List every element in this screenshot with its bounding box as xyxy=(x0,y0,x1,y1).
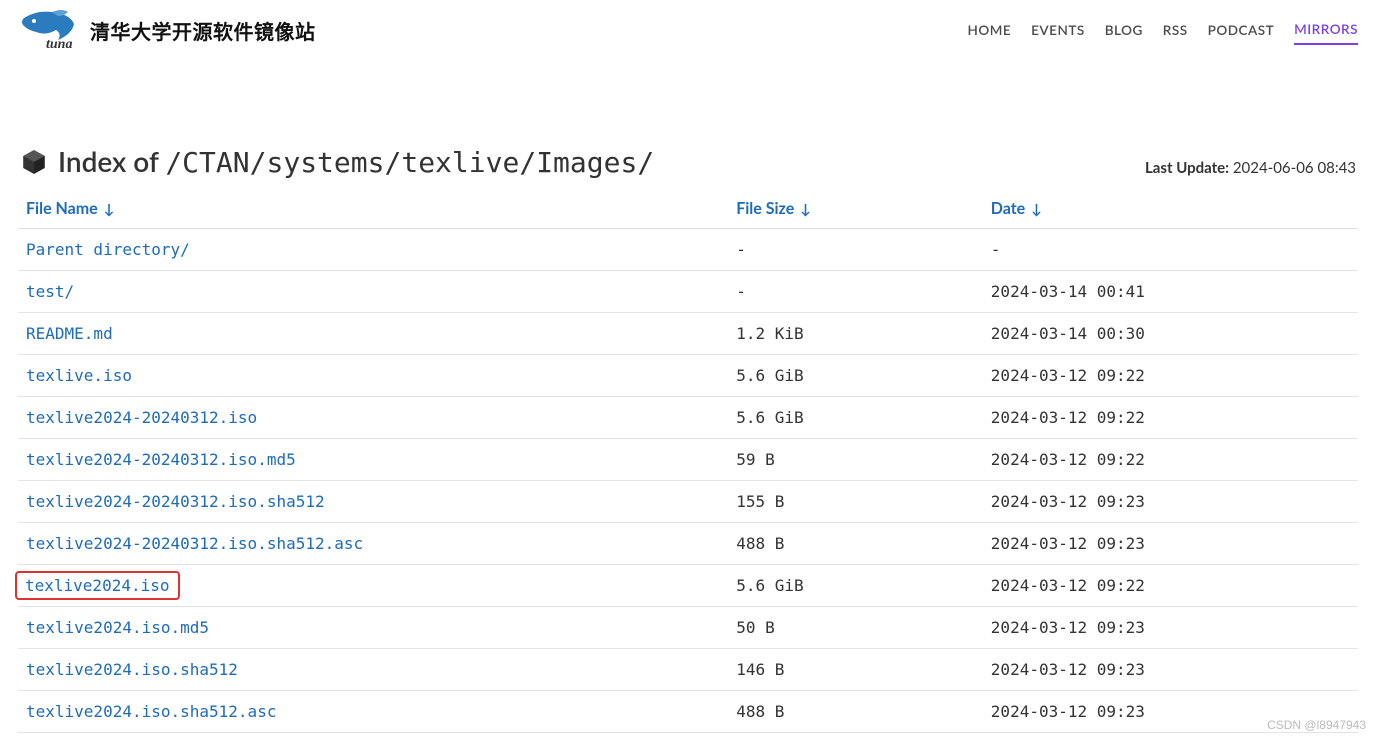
file-name-cell: texlive2024-20240312.iso.md5 xyxy=(18,439,728,481)
file-link[interactable]: test/ xyxy=(26,282,74,301)
table-row: texlive2024-20240312.iso.md5 59 B2024-03-… xyxy=(18,439,1358,481)
sort-arrow-icon: ↓ xyxy=(104,200,115,217)
file-date-cell: 2024-03-12 09:23 xyxy=(983,523,1358,565)
file-size-cell: 50 B xyxy=(728,607,983,649)
file-size-cell: 5.6 GiB xyxy=(728,397,983,439)
file-date-cell: - xyxy=(983,229,1358,271)
table-row: texlive.iso 5.6 GiB2024-03-12 09:22 xyxy=(18,355,1358,397)
file-date-cell: 2024-03-12 09:22 xyxy=(983,355,1358,397)
file-name-cell: texlive2024-20240312.iso.sha512 xyxy=(18,481,728,523)
file-link[interactable]: texlive2024-20240312.iso.md5 xyxy=(26,450,296,469)
breadcrumb-path: /CTAN/systems/texlive/Images/ xyxy=(165,146,654,179)
nav-link-home[interactable]: HOME xyxy=(967,16,1011,44)
file-name-cell: texlive2024-20240312.iso xyxy=(18,397,728,439)
file-link[interactable]: texlive2024.iso.sha512 xyxy=(26,660,238,679)
table-row: texlive2024.iso 5.6 GiB2024-03-12 09:22 xyxy=(18,565,1358,607)
file-size-cell: 1.2 KiB xyxy=(728,313,983,355)
table-row: texlive2024.iso.sha512 146 B2024-03-12 09… xyxy=(18,649,1358,691)
page-title: Index of /CTAN/systems/texlive/Images/ xyxy=(20,144,654,179)
file-date-cell: 2024-03-12 09:23 xyxy=(983,481,1358,523)
last-update-label: Last Update: xyxy=(1145,159,1229,177)
file-name-cell: texlive.iso xyxy=(18,355,728,397)
file-size-cell: - xyxy=(728,271,983,313)
table-row: texlive2024.iso.sha512.asc488 B2024-03-1… xyxy=(18,691,1358,733)
site-title: 清华大学开源软件镜像站 xyxy=(90,16,316,45)
file-size-cell: 488 B xyxy=(728,691,983,733)
file-size-cell: - xyxy=(728,229,983,271)
nav-link-blog[interactable]: BLOG xyxy=(1105,16,1143,44)
file-size-cell: 155 B xyxy=(728,481,983,523)
file-date-cell: 2024-03-12 09:22 xyxy=(983,565,1358,607)
file-date-cell: 2024-03-12 09:23 xyxy=(983,607,1358,649)
last-update: Last Update: 2024-06-06 08:43 xyxy=(1145,159,1356,179)
file-link[interactable]: texlive.iso xyxy=(26,366,132,385)
file-date-cell: 2024-03-14 00:41 xyxy=(983,271,1358,313)
table-row: texlive2024-20240312.iso.sha512.asc 488 B… xyxy=(18,523,1358,565)
nav-link-events[interactable]: EVENTS xyxy=(1031,16,1085,44)
file-size-cell: 488 B xyxy=(728,523,983,565)
brand[interactable]: tuna 清华大学开源软件镜像站 xyxy=(18,6,316,54)
file-link[interactable]: texlive2024-20240312.iso xyxy=(26,408,257,427)
file-name-cell: texlive2024.iso xyxy=(18,565,728,607)
table-row: texlive2024.iso.md5 50 B2024-03-12 09:23 xyxy=(18,607,1358,649)
file-link[interactable]: texlive2024-20240312.iso.sha512.asc xyxy=(26,534,363,553)
sort-arrow-icon: ↓ xyxy=(800,200,811,217)
table-row: README.md 1.2 KiB2024-03-14 00:30 xyxy=(18,313,1358,355)
file-size-cell: 146 B xyxy=(728,649,983,691)
file-date-cell: 2024-03-12 09:22 xyxy=(983,397,1358,439)
file-date-cell: 2024-03-14 00:30 xyxy=(983,313,1358,355)
tuna-logo-icon: tuna xyxy=(18,6,82,54)
file-date-cell: 2024-03-12 09:23 xyxy=(983,649,1358,691)
header: tuna 清华大学开源软件镜像站 HOME EVENTS BLOG RSS PODCAS… xyxy=(0,0,1376,54)
nav-link-mirrors[interactable]: MIRRORS xyxy=(1294,15,1358,45)
file-name-cell: texlive2024-20240312.iso.sha512.asc xyxy=(18,523,728,565)
file-link[interactable]: texlive2024-20240312.iso.sha512 xyxy=(26,492,325,511)
file-link[interactable]: Parent directory/ xyxy=(26,240,190,259)
file-name-cell: README.md xyxy=(18,313,728,355)
file-name-cell: texlive2024.iso.md5 xyxy=(18,607,728,649)
sort-arrow-icon: ↓ xyxy=(1031,200,1042,217)
highlight-annotation: texlive2024.iso xyxy=(15,571,180,600)
main-nav: HOME EVENTS BLOG RSS PODCAST MIRRORS xyxy=(967,15,1358,45)
file-size-cell: 59 B xyxy=(728,439,983,481)
file-name-cell: test/ xyxy=(18,271,728,313)
file-size-cell: 5.6 GiB xyxy=(728,565,983,607)
file-date-cell: 2024-03-12 09:22 xyxy=(983,439,1358,481)
file-link[interactable]: texlive2024.iso.md5 xyxy=(26,618,209,637)
table-row: Parent directory/ -- xyxy=(18,229,1358,271)
file-name-cell: texlive2024.iso.sha512 xyxy=(18,649,728,691)
table-row: texlive2024-20240312.iso.sha512 155 B2024… xyxy=(18,481,1358,523)
last-update-value: 2024-06-06 08:43 xyxy=(1233,159,1356,177)
table-row: texlive2024-20240312.iso 5.6 GiB2024-03-1… xyxy=(18,397,1358,439)
file-listing-table: File Name↓ File Size↓ Date↓ Parent direc… xyxy=(18,189,1358,733)
cube-icon xyxy=(20,148,48,176)
table-row: test/ -2024-03-14 00:41 xyxy=(18,271,1358,313)
watermark: CSDN @l8947943 xyxy=(1267,718,1366,732)
column-header-size[interactable]: File Size↓ xyxy=(728,189,983,229)
nav-link-podcast[interactable]: PODCAST xyxy=(1208,16,1275,44)
file-link[interactable]: README.md xyxy=(26,324,113,343)
index-prefix: Index of xyxy=(58,144,165,178)
file-link[interactable]: texlive2024.iso.sha512.asc xyxy=(26,702,276,721)
file-size-cell: 5.6 GiB xyxy=(728,355,983,397)
file-name-cell: Parent directory/ xyxy=(18,229,728,271)
file-link[interactable]: texlive2024.iso xyxy=(25,576,170,595)
column-header-date[interactable]: Date↓ xyxy=(983,189,1358,229)
svg-text:tuna: tuna xyxy=(46,37,72,52)
column-header-name[interactable]: File Name↓ xyxy=(18,189,728,229)
nav-link-rss[interactable]: RSS xyxy=(1163,16,1188,44)
file-name-cell: texlive2024.iso.sha512.asc xyxy=(18,691,728,733)
